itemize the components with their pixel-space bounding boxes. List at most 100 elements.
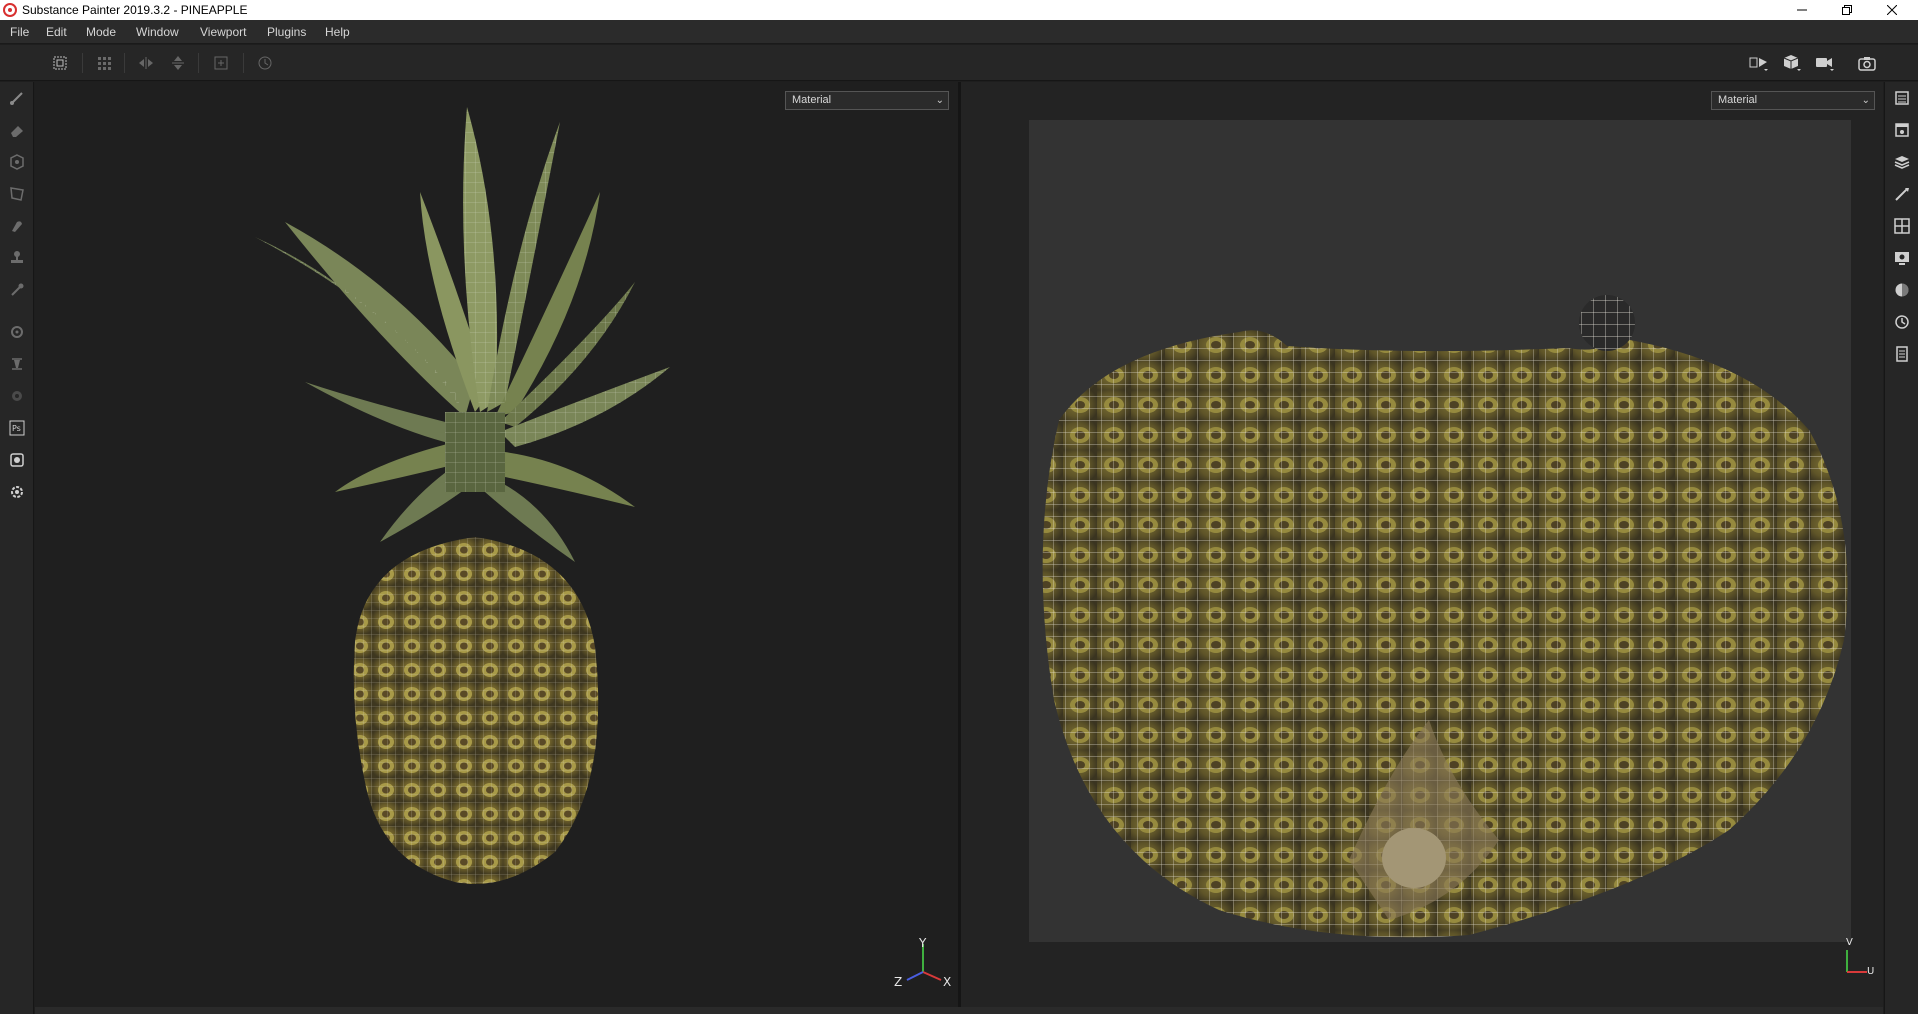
paint-brush-icon <box>10 92 23 105</box>
viewer-settings-icon <box>1895 252 1909 265</box>
viewer-settings-button[interactable] <box>1892 248 1912 268</box>
menu-bar: File Edit Mode Window Viewport Plugins H… <box>0 20 1918 44</box>
history-icon <box>258 56 272 70</box>
tool-strip: Ps <box>0 82 34 1014</box>
substance-painter-window: Substance Painter 2019.3.2 - PINEAPPLE F… <box>0 0 1918 1014</box>
menu-help[interactable]: Help <box>325 25 350 39</box>
substance-painter-logo-icon <box>3 3 17 17</box>
texture-set-list-icon <box>1895 91 1909 105</box>
minimize-icon <box>1797 9 1807 11</box>
mirror-x-button[interactable] <box>136 53 156 73</box>
viewport-3d[interactable]: Material ⌄ Y Z X <box>35 82 958 1007</box>
eraser-icon <box>11 126 23 137</box>
settings-tool[interactable] <box>7 482 27 502</box>
texture-set-settings-button[interactable] <box>1892 120 1912 140</box>
display-settings-icon <box>1894 218 1910 234</box>
chevron-down-icon: ⌄ <box>1861 95 1870 106</box>
history-panel-icon <box>1895 315 1909 329</box>
axis-v-label: V <box>1846 937 1853 948</box>
polygon-fill-tool[interactable] <box>7 184 27 204</box>
axis-x-label: X <box>943 975 952 989</box>
menu-mode[interactable]: Mode <box>86 25 116 39</box>
projection-icon <box>10 154 24 170</box>
plugin-icon <box>12 391 22 401</box>
viewport-2d-mode-value: Material <box>1718 94 1758 106</box>
texture-set-list-button[interactable] <box>1892 88 1912 108</box>
viewport-2d[interactable]: Material ⌄ V U <box>961 82 1883 1007</box>
add-button[interactable] <box>211 53 231 73</box>
layers-button[interactable] <box>1892 152 1912 172</box>
color-picker-tool[interactable] <box>7 280 27 300</box>
properties-button[interactable] <box>1892 184 1912 204</box>
menu-window[interactable]: Window <box>136 25 179 39</box>
axis-z-label: Z <box>894 975 903 989</box>
viewport-split-icon <box>1749 57 1768 71</box>
toolbar-separator <box>243 53 244 73</box>
iray-tool[interactable] <box>7 354 27 374</box>
restore-button[interactable] <box>1825 0 1869 20</box>
uv-layout <box>1042 295 1848 938</box>
restore-icon <box>1842 5 1852 15</box>
clone-stamp-icon <box>11 251 23 263</box>
projection-tool[interactable] <box>7 152 27 172</box>
polygon-fill-icon <box>10 187 24 201</box>
menu-file[interactable]: File <box>10 25 29 39</box>
history-button[interactable] <box>255 53 275 73</box>
clone-stamp-tool[interactable] <box>7 248 27 268</box>
log-button[interactable] <box>1892 344 1912 364</box>
toolbar-separator <box>124 53 125 73</box>
title-bar: Substance Painter 2019.3.2 - PINEAPPLE <box>0 0 1918 20</box>
menu-plugins[interactable]: Plugins <box>267 25 306 39</box>
close-icon <box>1887 5 1897 15</box>
screenshot-icon <box>1858 57 1876 71</box>
bottom-shelf-handle[interactable] <box>35 1007 1883 1014</box>
camera-button[interactable] <box>1815 53 1835 73</box>
mirror-y-button[interactable] <box>168 53 188 73</box>
cube-display-button[interactable] <box>1782 53 1802 73</box>
camera-icon <box>1816 58 1834 71</box>
bake-tool[interactable] <box>7 322 27 342</box>
eraser-tool[interactable] <box>7 120 27 140</box>
screenshot-button[interactable] <box>1857 53 1877 73</box>
smudge-icon <box>12 221 22 232</box>
menu-viewport[interactable]: Viewport <box>200 25 246 39</box>
viewport-2d-mode-select[interactable]: Material ⌄ <box>1711 91 1875 110</box>
plugin-tool[interactable] <box>7 386 27 406</box>
menu-edit[interactable]: Edit <box>46 25 67 39</box>
settings-icon <box>11 486 23 498</box>
bake-icon <box>11 326 23 338</box>
axis-y-label: Y <box>919 936 927 950</box>
texture-set-settings-icon <box>1895 123 1909 137</box>
pineapple-leaves <box>255 107 670 562</box>
close-button[interactable] <box>1870 0 1914 20</box>
main-toolbar <box>0 45 1918 81</box>
iray-icon <box>12 358 22 370</box>
pineapple-fruit <box>353 537 599 884</box>
window-title: Substance Painter 2019.3.2 - PINEAPPLE <box>22 3 248 17</box>
log-icon <box>1896 346 1908 362</box>
resources-tool[interactable] <box>7 450 27 470</box>
shader-settings-icon <box>1895 283 1909 297</box>
color-picker-icon <box>11 283 24 296</box>
history-panel-button[interactable] <box>1892 312 1912 332</box>
grid-button[interactable] <box>94 53 114 73</box>
layers-icon <box>1894 156 1910 169</box>
pineapple-3d-model <box>255 107 670 884</box>
grid-icon <box>98 57 111 70</box>
mirror-y-icon <box>172 56 184 70</box>
minimize-button[interactable] <box>1780 0 1824 20</box>
shader-settings-button[interactable] <box>1892 280 1912 300</box>
paint-brush-tool[interactable] <box>7 88 27 108</box>
uv-texture-canvas[interactable] <box>1029 120 1851 942</box>
smudge-tool[interactable] <box>7 216 27 236</box>
add-icon <box>214 56 228 70</box>
photoshop-export-icon: Ps <box>9 420 25 436</box>
uv-tiles-button[interactable] <box>50 53 70 73</box>
toolbar-separator <box>198 53 199 73</box>
panel-strip <box>1884 82 1918 1014</box>
svg-text:Ps: Ps <box>12 424 21 433</box>
viewport-split-button[interactable] <box>1749 53 1769 73</box>
properties-icon <box>1895 188 1909 201</box>
photoshop-export-tool[interactable]: Ps <box>7 418 27 438</box>
display-settings-button[interactable] <box>1892 216 1912 236</box>
